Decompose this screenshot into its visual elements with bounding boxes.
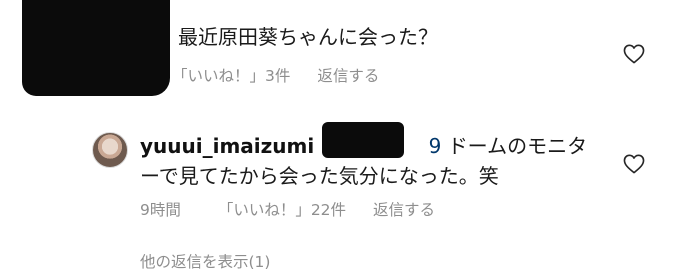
comment-text-line1: ドームのモニタ [447,134,588,158]
mention-suffix[interactable]: 9 [429,134,442,158]
comment-text: 最近原田葵ちゃんに会った？ [178,25,438,49]
like-count-link[interactable]: 「いいね！」22件 [218,198,346,220]
redacted-mention [322,122,404,158]
redacted-avatar [22,0,170,96]
like-count-link[interactable]: 「いいね！」3件 [172,64,290,86]
reply-button[interactable]: 返信する [317,64,379,86]
timestamp: 9時間 [140,201,181,219]
view-replies-link[interactable]: 他の返信を表示(1) [140,250,270,272]
comment-meta: 9時間 「いいね！」22件 返信する [140,198,435,220]
heart-icon[interactable] [623,154,645,174]
heart-icon[interactable] [623,44,645,64]
username[interactable]: yuuui_imaizumi [140,134,314,158]
reply-button[interactable]: 返信する [373,198,435,220]
comment-meta: 「いいね！」3件 返信する [172,64,379,86]
avatar[interactable] [92,132,128,168]
comment-text-line2: ーで見てたから会った気分になった。笑 [140,164,499,188]
